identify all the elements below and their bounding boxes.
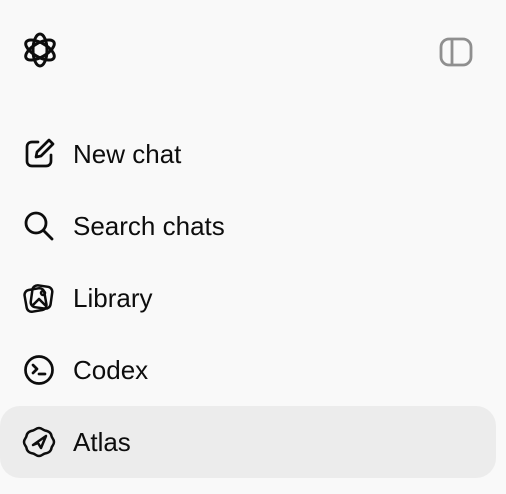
nav-codex[interactable]: Codex — [0, 334, 506, 406]
edit-icon — [21, 136, 57, 172]
compass-icon — [21, 424, 57, 460]
nav-library-label: Library — [73, 283, 153, 313]
nav-new-chat[interactable]: New chat — [0, 118, 506, 190]
nav-new-chat-label: New chat — [73, 139, 182, 169]
images-icon — [21, 280, 57, 316]
nav-atlas-label: Atlas — [73, 427, 131, 457]
nav-atlas[interactable]: Atlas — [0, 406, 506, 478]
sidebar-header — [0, 0, 506, 100]
nav-codex-label: Codex — [73, 355, 149, 385]
openai-logo-icon[interactable] — [19, 29, 61, 71]
nav-library[interactable]: Library — [0, 262, 506, 334]
sidebar-nav: New chat Search chats Library Codex Atla… — [0, 118, 506, 478]
nav-search-chats-label: Search chats — [73, 211, 225, 241]
codex-icon — [21, 352, 57, 388]
search-icon — [21, 208, 57, 244]
sidebar-toggle-button[interactable] — [434, 30, 478, 74]
sidebar-toggle-icon — [439, 37, 473, 67]
nav-search-chats[interactable]: Search chats — [0, 190, 506, 262]
